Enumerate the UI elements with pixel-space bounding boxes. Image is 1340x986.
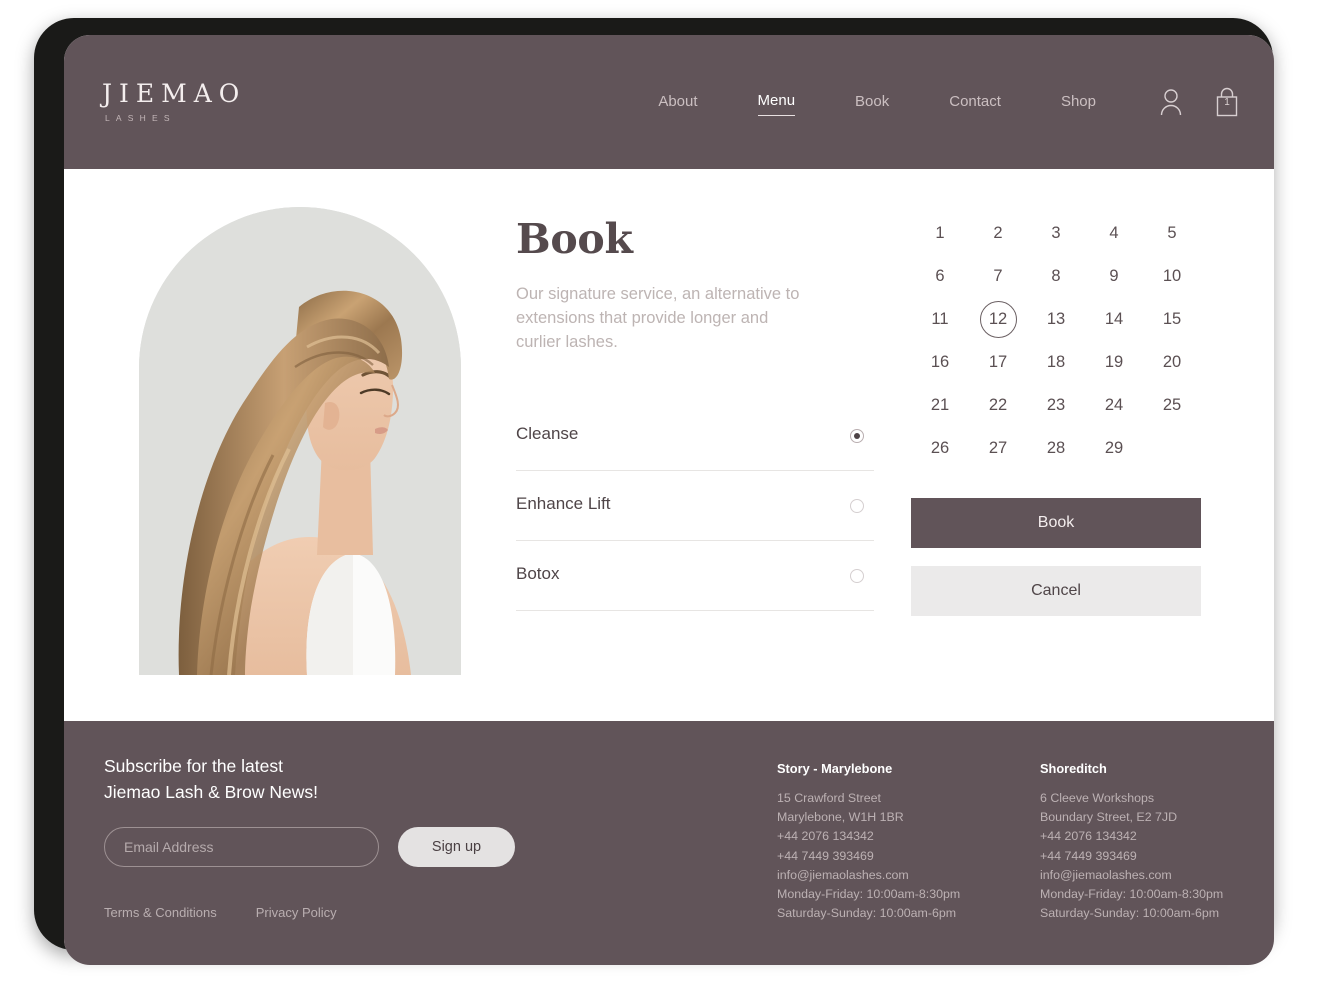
calendar-day[interactable]: 23	[1027, 387, 1085, 424]
newsletter-section: Subscribe for the latest Jiemao Lash & B…	[104, 753, 564, 920]
store-email[interactable]: info@jiemaolashes.com	[1040, 866, 1240, 885]
nav-item-shop[interactable]: Shop	[1061, 89, 1096, 116]
calendar-day[interactable]: 22	[969, 387, 1027, 424]
calendar-day-selected-label: 12	[979, 301, 1017, 338]
nav-item-contact[interactable]: Contact	[949, 89, 1001, 116]
signup-button[interactable]: Sign up	[398, 826, 515, 867]
shopping-bag-icon[interactable]: 1	[1214, 87, 1240, 118]
newsletter-form: Sign up	[104, 826, 564, 867]
calendar-day[interactable]: 8	[1027, 258, 1085, 295]
option-label: Botox	[516, 563, 560, 583]
newsletter-heading-line1: Subscribe for the latest	[104, 756, 283, 776]
calendar-day[interactable]: 14	[1085, 301, 1143, 338]
radio-cleanse[interactable]	[850, 428, 864, 443]
calendar-day[interactable]: 15	[1143, 301, 1201, 338]
terms-link[interactable]: Terms & Conditions	[104, 905, 217, 920]
newsletter-heading-line2: Jiemao Lash & Brow News!	[104, 782, 318, 803]
store-line: +44 2076 134342	[777, 829, 874, 844]
user-icon[interactable]	[1158, 87, 1184, 117]
calendar-day[interactable]: 18	[1027, 344, 1085, 381]
service-description: Our signature service, an alternative to…	[516, 285, 800, 352]
scheduler-actions: Book Cancel	[911, 498, 1201, 616]
calendar-day[interactable]: 10	[1143, 258, 1201, 295]
brand-name: JIEMAO	[102, 79, 247, 108]
store-line: +44 2076 134342	[1040, 829, 1137, 844]
store-line: +44 7449 393469	[1040, 848, 1137, 863]
site-header: JIEMAO LASHES About Menu Book Contact Sh…	[64, 35, 1274, 169]
calendar-day[interactable]: 5	[1143, 215, 1201, 252]
nav-item-about[interactable]: About	[658, 89, 697, 116]
calendar-day[interactable]: 26	[911, 430, 969, 467]
calendar-day[interactable]: 28	[1027, 430, 1085, 467]
store-hours-weekday: Monday-Friday: 10:00am-8:30pm	[1040, 887, 1224, 902]
calendar-day[interactable]: 29	[1085, 430, 1143, 467]
nav-item-book[interactable]: Book	[855, 89, 889, 116]
privacy-link[interactable]: Privacy Policy	[256, 905, 337, 920]
radio-enhance-lift[interactable]	[850, 498, 864, 513]
calendar-day[interactable]: 21	[911, 387, 969, 424]
brand-subtitle: LASHES	[105, 113, 176, 123]
main-navigation: About Menu Book Contact Shop 1	[402, 87, 1240, 118]
legal-links: Terms & Conditions Privacy Policy	[104, 905, 564, 920]
booking-panel: Book Our signature service, an alternati…	[516, 207, 874, 612]
email-input[interactable]	[104, 826, 379, 867]
store-line: Marylebone, W1H 1BR	[777, 810, 904, 825]
calendar-day[interactable]: 17	[969, 344, 1027, 381]
calendar-day[interactable]: 25	[1143, 387, 1201, 424]
calendar-day-empty	[1143, 430, 1201, 467]
calendar-day-selected[interactable]: 12	[969, 301, 1027, 338]
service-options-list: Cleanse Enhance Lift Botox	[516, 401, 874, 612]
calendar-day[interactable]: 27	[969, 430, 1027, 467]
store-line: 15 Crawford Street	[777, 791, 881, 805]
brand-logo[interactable]: JIEMAO LASHES	[102, 81, 402, 123]
service-hero-image	[139, 207, 461, 675]
header-icons: 1	[1158, 87, 1240, 118]
calendar-day[interactable]: 19	[1085, 344, 1143, 381]
store-name: Story - Marylebone	[777, 761, 893, 776]
device-frame: JIEMAO LASHES About Menu Book Contact Sh…	[34, 18, 1274, 965]
store-line: 6 Cleeve Workshops	[1040, 791, 1155, 805]
scheduler-panel: 1 2 3 4 5 6 7 8 9 10 11 12 13 14 15 16 1…	[911, 207, 1201, 616]
store-email[interactable]: info@jiemaolashes.com	[777, 866, 977, 885]
browser-screen: JIEMAO LASHES About Menu Book Contact Sh…	[64, 35, 1274, 965]
option-label: Enhance Lift	[516, 493, 611, 513]
main-content: Book Our signature service, an alternati…	[64, 169, 1274, 721]
portrait-illustration	[139, 207, 461, 675]
option-label: Cleanse	[516, 423, 579, 443]
calendar-day[interactable]: 1	[911, 215, 969, 252]
store-hours-weekend: Saturday-Sunday: 10:00am-6pm	[777, 906, 957, 921]
calendar-day[interactable]: 9	[1085, 258, 1143, 295]
newsletter-heading: Subscribe for the latest Jiemao Lash & B…	[104, 753, 564, 806]
calendar-day[interactable]: 24	[1085, 387, 1143, 424]
calendar-day[interactable]: 4	[1085, 215, 1143, 252]
site-footer: Subscribe for the latest Jiemao Lash & B…	[64, 721, 1274, 965]
calendar-day[interactable]: 7	[969, 258, 1027, 295]
store-line: Boundary Street, E2 7JD	[1040, 810, 1178, 825]
calendar-day[interactable]: 3	[1027, 215, 1085, 252]
store-shoreditch: Shoreditch 6 Cleeve Workshops Boundary S…	[1040, 761, 1240, 924]
store-line: +44 7449 393469	[777, 848, 874, 863]
cancel-button[interactable]: Cancel	[911, 566, 1201, 616]
store-hours-weekday: Monday-Friday: 10:00am-8:30pm	[777, 887, 961, 902]
store-marylebone: Story - Marylebone 15 Crawford Street Ma…	[777, 761, 977, 924]
store-locations: Story - Marylebone 15 Crawford Street Ma…	[777, 761, 1240, 924]
book-button[interactable]: Book	[911, 498, 1201, 548]
calendar-day[interactable]: 16	[911, 344, 969, 381]
option-row-enhance-lift[interactable]: Enhance Lift	[516, 471, 874, 542]
store-name: Shoreditch	[1040, 761, 1107, 776]
nav-item-menu[interactable]: Menu	[757, 88, 796, 116]
calendar-day[interactable]: 13	[1027, 301, 1085, 338]
calendar-grid: 1 2 3 4 5 6 7 8 9 10 11 12 13 14 15 16 1…	[911, 207, 1201, 467]
option-row-cleanse[interactable]: Cleanse	[516, 401, 874, 472]
calendar-day[interactable]: 6	[911, 258, 969, 295]
calendar-day[interactable]: 2	[969, 215, 1027, 252]
option-row-botox[interactable]: Botox	[516, 541, 874, 612]
calendar-day[interactable]: 11	[911, 301, 969, 338]
radio-botox[interactable]	[850, 568, 864, 583]
page-title: Book	[516, 215, 633, 263]
calendar-day[interactable]: 20	[1143, 344, 1201, 381]
store-hours-weekend: Saturday-Sunday: 10:00am-6pm	[1040, 906, 1220, 921]
